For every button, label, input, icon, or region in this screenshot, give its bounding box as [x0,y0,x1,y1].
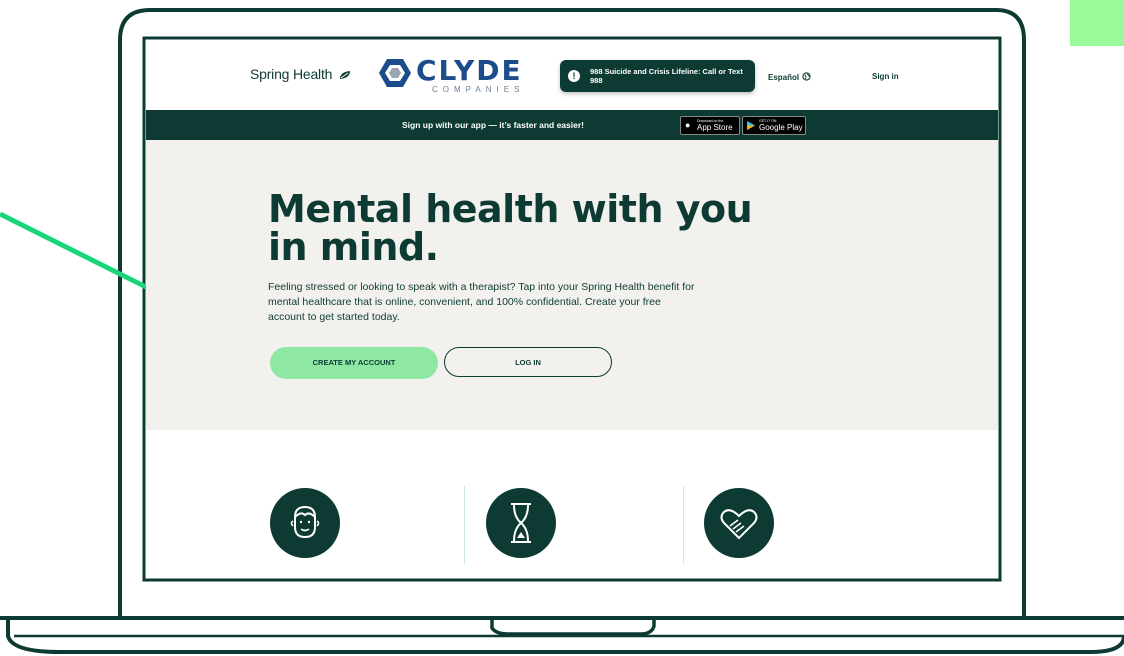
clyde-companies-logo: CLYDE COMPANIES [376,54,521,98]
info-icon: ! [568,70,580,82]
google-play-badge[interactable]: GET IT ON Google Play [742,116,806,135]
globe-icon [802,72,811,81]
companies-wordmark: COMPANIES [432,85,525,94]
hexagon-logo-icon [379,59,411,87]
language-link[interactable]: Español [768,72,811,82]
apple-icon: ● [685,120,691,130]
person-face-icon [270,488,340,558]
hero-section: Mental health with you in mind. Feeling … [146,140,998,430]
crisis-lifeline-banner[interactable]: ! 988 Suicide and Crisis Lifeline: Call … [560,60,755,92]
language-label: Español [768,73,800,82]
clyde-wordmark: CLYDE [416,54,523,87]
spring-health-logo[interactable]: Spring Health [250,66,351,82]
corner-accent-square [1070,0,1124,46]
app-store-label: App Store [697,123,733,132]
feature-divider [464,486,465,564]
play-icon [747,121,755,130]
website-screen: Spring Health CLYDE COMPANIES ! 988 Suic… [146,40,998,578]
brand-name: Spring Health [250,66,333,82]
promo-text: Sign up with our app — it’s faster and e… [402,120,584,130]
hero-title: Mental health with you in mind. [268,187,753,269]
face-glyph [290,505,320,539]
create-account-button[interactable]: CREATE MY ACCOUNT [270,347,438,379]
leaf-icon [339,71,350,79]
hourglass-icon [486,488,556,558]
heart-hands-glyph [720,509,758,540]
app-promo-bar: Sign up with our app — it’s faster and e… [146,110,998,140]
hero-description: Feeling stressed or looking to speak wit… [268,281,695,323]
google-play-label: Google Play [759,123,803,132]
site-header: Spring Health CLYDE COMPANIES ! 988 Suic… [146,40,998,110]
sign-in-link[interactable]: Sign in [872,72,899,81]
feature-divider [683,486,684,564]
app-store-badge[interactable]: ● Download on the App Store [680,116,740,135]
log-in-button[interactable]: LOG IN [444,347,612,377]
crisis-lifeline-text: 988 Suicide and Crisis Lifeline: Call or… [590,67,743,85]
heart-hands-icon [704,488,774,558]
hourglass-glyph [511,503,531,543]
